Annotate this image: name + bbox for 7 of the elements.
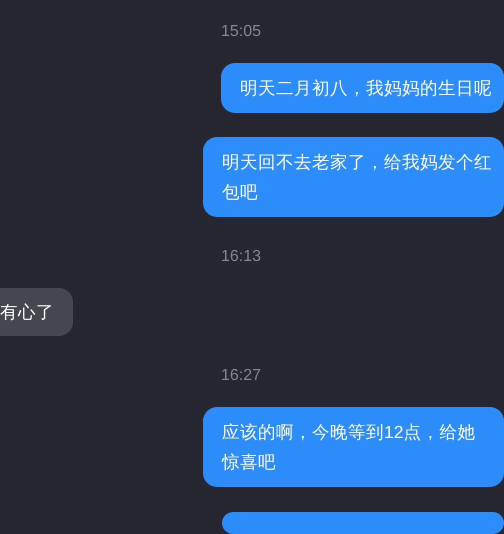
time-label: 16:13 [221, 247, 262, 267]
message-bubble: 有心了 [0, 288, 73, 336]
message-bubble: 明天二月初八，我妈妈的生日呢 [221, 63, 504, 113]
message-bubble: 明天回不去老家了，给我妈发个红包吧 [203, 137, 504, 217]
time-label: 15:05 [221, 22, 262, 42]
message-bubble: 应该的啊，今晚等到12点，给她惊喜吧 [203, 407, 504, 487]
time-label: 16:27 [221, 366, 262, 386]
